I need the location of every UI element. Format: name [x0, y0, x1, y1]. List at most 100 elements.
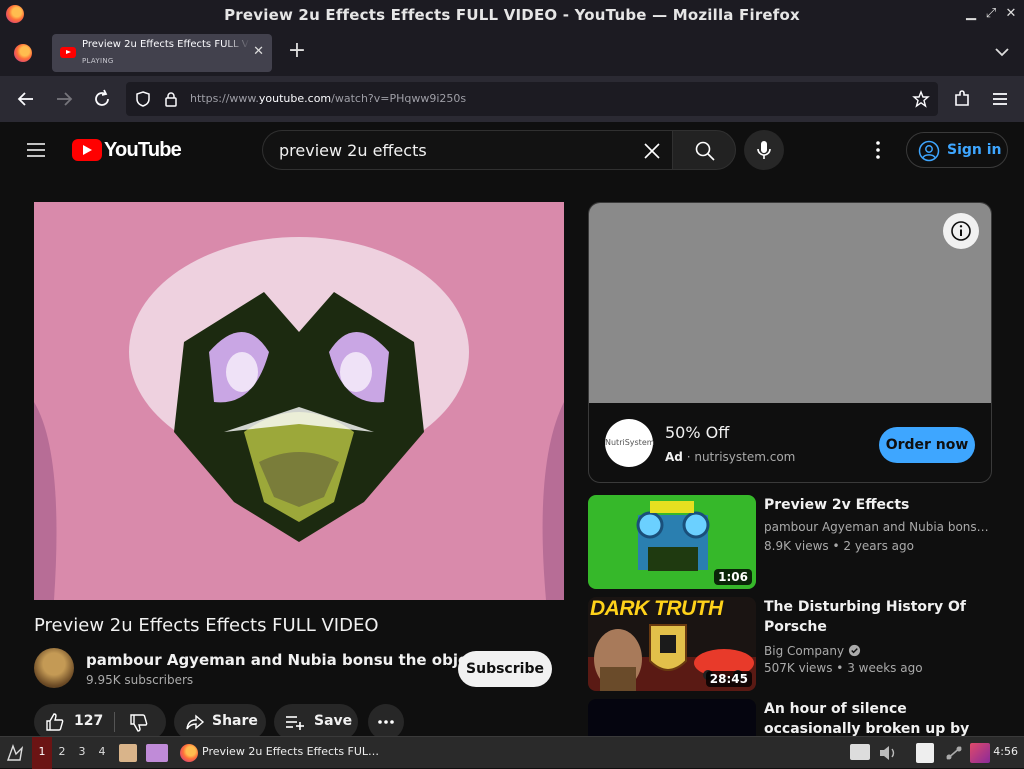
recommendation-item[interactable]: An hour of silence occasionally broken u…: [588, 699, 992, 736]
volume-icon[interactable]: [878, 744, 898, 762]
youtube-play-logo-icon: [72, 139, 102, 161]
microphone-icon: [757, 141, 771, 159]
search-input[interactable]: preview 2u effects: [262, 130, 672, 170]
guide-menu-icon[interactable]: [24, 138, 48, 162]
youtube-masthead: YouTube preview 2u effects Sign in: [0, 122, 1024, 178]
channel-name-link[interactable]: pambour Agyeman and Nubia bonsu the obje…: [86, 651, 499, 669]
ad-card[interactable]: NutriSystem 50% Off Ad · nutrisystem.com…: [588, 202, 992, 483]
network-disconnected-icon[interactable]: [944, 744, 964, 762]
video-frame-image: [34, 202, 564, 600]
taskbar-window-title: Preview 2u Effects Effects FUL…: [202, 745, 380, 758]
tab-strip: Preview 2u Effects Effects FULL VIDEO - …: [0, 30, 1024, 76]
ad-domain: nutrisystem.com: [694, 450, 796, 464]
navigation-toolbar: https://www.youtube.com/watch?v=PHqww9i2…: [0, 76, 1024, 122]
thumbnail-overlay-text: DARK TRUTH: [590, 597, 723, 620]
file-manager-launcher-icon[interactable]: [119, 744, 137, 762]
video-duration: 1:06: [714, 569, 752, 585]
drive-tray-icon[interactable]: [850, 744, 870, 760]
subscribe-button[interactable]: Subscribe: [458, 651, 552, 687]
url-path: /watch?v=PHqww9i250s: [331, 92, 467, 105]
lock-icon[interactable]: [162, 90, 180, 108]
list-all-tabs-icon[interactable]: [992, 42, 1012, 62]
tracking-protection-shield-icon[interactable]: [134, 90, 152, 108]
search-button[interactable]: [672, 130, 736, 170]
recommendation-item[interactable]: 1:06 Preview 2v Effects pambour Agyeman …: [588, 495, 992, 589]
youtube-logo[interactable]: YouTube: [72, 139, 182, 161]
video-title: Preview 2u Effects Effects FULL VIDEO: [34, 615, 379, 636]
back-icon[interactable]: [12, 85, 40, 113]
firefox-icon: [180, 744, 198, 762]
maximize-button[interactable]: ⤢: [982, 5, 1000, 23]
ad-meta: Ad · nutrisystem.com: [665, 450, 796, 464]
clock: 4:56: [993, 745, 1018, 758]
clear-search-icon[interactable]: [640, 139, 664, 163]
recommendation-title[interactable]: An hour of silence occasionally broken u…: [764, 699, 976, 736]
channel-name: Big Company: [764, 644, 845, 658]
upload-age: 2 years ago: [843, 539, 914, 553]
recommendation-stats: 507K views • 3 weeks ago: [764, 661, 923, 675]
view-count: 8.9K views: [764, 539, 829, 553]
share-button[interactable]: Share: [174, 704, 266, 740]
ad-headline[interactable]: 50% Off: [665, 423, 729, 442]
window-titlebar: Preview 2u Effects Effects FULL VIDEO - …: [0, 0, 1024, 30]
workspace-4[interactable]: 4: [92, 737, 112, 769]
advertiser-logo[interactable]: NutriSystem: [605, 419, 655, 467]
recommendation-thumbnail[interactable]: DARK TRUTH 28:45: [588, 597, 756, 691]
like-divider: [114, 712, 115, 732]
ad-media[interactable]: [589, 203, 991, 403]
recommendation-title[interactable]: Preview 2v Effects: [764, 495, 976, 515]
app-menu-hamburger-icon[interactable]: [986, 85, 1014, 113]
tab-title: Preview 2u Effects Effects FULL VIDEO - …: [82, 39, 250, 50]
account-icon: [918, 140, 940, 162]
more-actions-button[interactable]: [368, 704, 404, 740]
recommendation-stats: 8.9K views • 2 years ago: [764, 539, 914, 553]
clipboard-tray-icon[interactable]: [916, 743, 934, 763]
order-now-button[interactable]: Order now: [879, 427, 975, 463]
minimize-button[interactable]: ▁: [962, 5, 980, 23]
recommendation-title[interactable]: The Disturbing History Of Porsche: [764, 597, 976, 637]
recommendation-channel[interactable]: pambour Agyeman and Nubia bons…: [764, 520, 989, 534]
settings-more-icon[interactable]: [866, 138, 890, 162]
dislike-thumbs-down-icon[interactable]: [128, 712, 150, 734]
view-count: 507K views: [764, 661, 833, 675]
recommendation-thumbnail[interactable]: 1:06: [588, 495, 756, 589]
recommendation-channel[interactable]: Big Company: [764, 642, 861, 658]
new-tab-button[interactable]: +: [284, 38, 310, 66]
recommendation-thumbnail[interactable]: [588, 699, 756, 736]
forward-icon[interactable]: [50, 85, 78, 113]
extensions-puzzle-icon[interactable]: [948, 85, 976, 113]
url-text[interactable]: https://www.youtube.com/watch?v=PHqww9i2…: [190, 92, 466, 105]
upload-age: 3 weeks ago: [847, 661, 923, 675]
reload-icon[interactable]: [88, 85, 116, 113]
tab-youtube[interactable]: Preview 2u Effects Effects FULL VIDEO - …: [52, 34, 272, 72]
youtube-wordmark: YouTube: [104, 139, 182, 161]
recommendation-item[interactable]: DARK TRUTH 28:45 The Disturbing History …: [588, 597, 992, 691]
sign-in-button[interactable]: Sign in: [906, 132, 1008, 168]
voice-search-button[interactable]: [744, 130, 784, 170]
workspace-2[interactable]: 2: [52, 737, 72, 769]
video-player[interactable]: [34, 202, 564, 600]
channel-avatar[interactable]: [34, 648, 74, 688]
screenshot-tray-icon[interactable]: [970, 743, 990, 763]
save-button[interactable]: Save: [274, 704, 358, 740]
workspace-3[interactable]: 3: [72, 737, 92, 769]
workspace-1[interactable]: 1: [32, 737, 52, 769]
window-title: Preview 2u Effects Effects FULL VIDEO - …: [224, 6, 800, 24]
like-count[interactable]: 127: [74, 713, 103, 729]
close-tab-icon[interactable]: ✕: [253, 44, 264, 59]
firefox-view-button[interactable]: [8, 38, 38, 68]
save-playlist-add-icon: [286, 716, 304, 730]
terminal-launcher-icon[interactable]: [146, 744, 168, 762]
tab-playing-status: PLAYING: [82, 57, 114, 65]
close-window-button[interactable]: ✕: [1002, 5, 1020, 23]
subscriber-count: 9.95K subscribers: [86, 673, 194, 687]
share-arrow-icon: [186, 714, 205, 730]
like-thumbs-up-icon[interactable]: [44, 711, 66, 733]
search-icon: [695, 141, 715, 161]
url-bar[interactable]: https://www.youtube.com/watch?v=PHqww9i2…: [126, 82, 938, 116]
bookmark-star-icon[interactable]: [912, 90, 930, 108]
url-prefix: https://www.: [190, 92, 259, 105]
start-menu-icon[interactable]: [4, 742, 26, 764]
ad-info-button[interactable]: [943, 213, 979, 249]
search-query-text[interactable]: preview 2u effects: [279, 141, 427, 160]
